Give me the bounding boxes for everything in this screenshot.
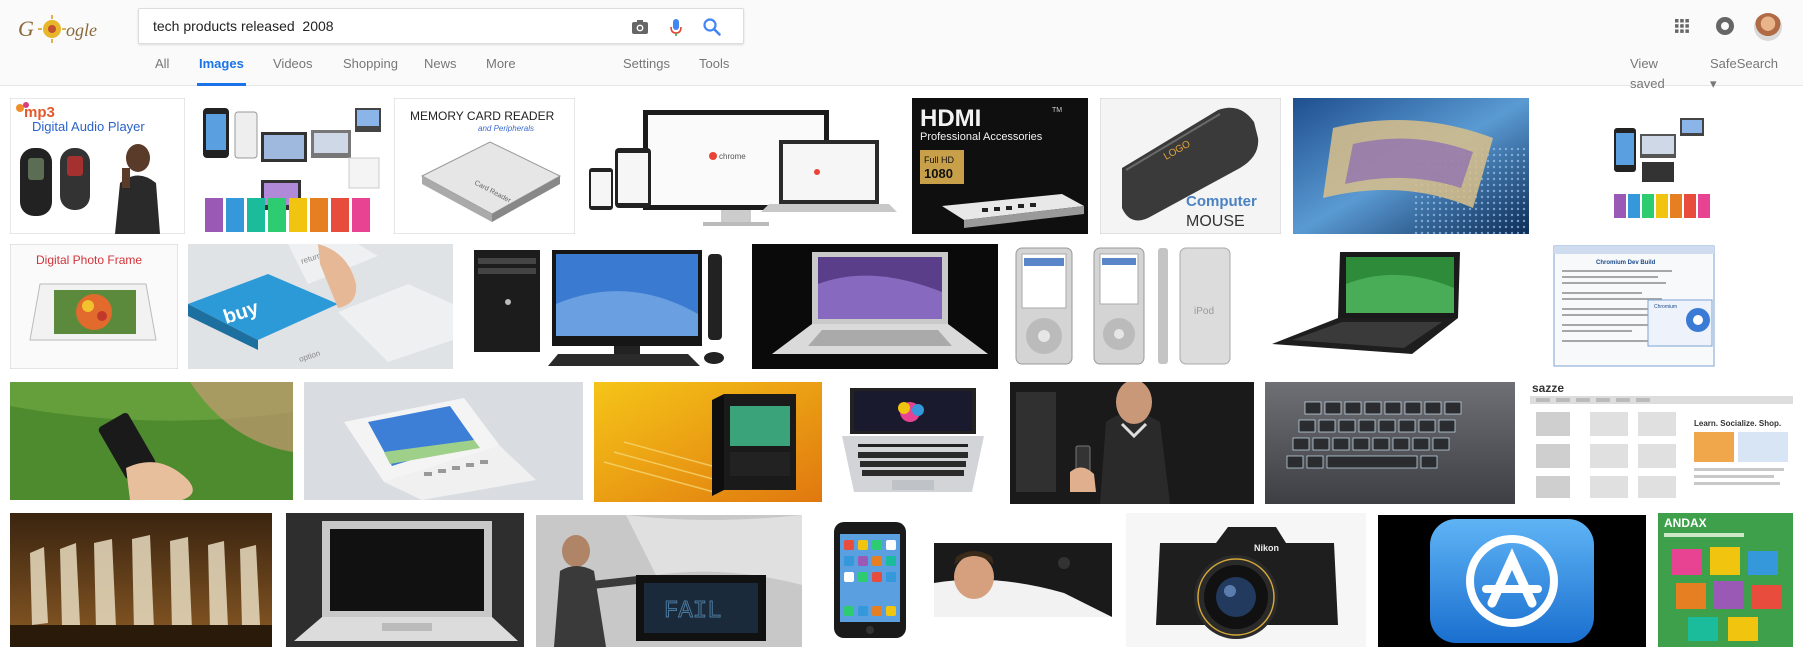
mp3-caption: Digital Audio Player <box>32 119 145 134</box>
google-doodle-logo[interactable]: G ogle <box>18 12 114 46</box>
fail-screen-text: FAIL <box>664 598 722 625</box>
tab-tools[interactable]: Tools <box>699 54 729 86</box>
result-thumbnail-computer-mouse[interactable]: LOGO Computer MOUSE <box>1100 98 1281 234</box>
tab-more[interactable]: More <box>486 54 516 86</box>
result-thumbnail-app-store[interactable] <box>1378 515 1646 647</box>
sazze-logo: sazze <box>1532 381 1564 395</box>
result-thumbnail-iphone-ipod-family[interactable] <box>199 98 385 234</box>
tab-all[interactable]: All <box>155 54 169 86</box>
result-thumbnail-andax-catalog[interactable]: ANDAX <box>1658 513 1793 647</box>
ipod-back-label: iPod <box>1194 306 1214 317</box>
result-thumbnail-macbook-black[interactable] <box>286 513 524 647</box>
result-thumbnail-phone-presentation[interactable] <box>1010 382 1254 504</box>
result-thumbnail-memory-card-reader[interactable]: MEMORY CARD READER and Peripherals Card … <box>394 98 575 234</box>
search-box[interactable]: tech products released 2008 <box>138 8 744 44</box>
result-thumbnail-apple-products[interactable] <box>1540 98 1793 234</box>
result-thumbnail-sazze-site[interactable]: sazze Learn. Socialize. Shop. <box>1530 380 1793 504</box>
result-thumbnail-macbook-air[interactable] <box>752 244 998 369</box>
result-thumbnail-mp3-player[interactable]: mp3 Digital Audio Player <box>10 98 185 234</box>
apps-grid-icon[interactable] <box>1670 14 1694 38</box>
search-input[interactable]: tech products released 2008 <box>153 18 334 34</box>
avatar[interactable] <box>1754 13 1782 41</box>
chromium-window-title: Chromium Dev Build <box>1596 260 1656 266</box>
result-thumbnail-flexible-display[interactable] <box>1293 98 1529 234</box>
result-thumbnail-chromium-dev-build[interactable]: Chromium Dev Build Chromium <box>1552 244 1720 369</box>
camera-icon[interactable] <box>629 16 651 38</box>
photo-frame-caption: Digital Photo Frame <box>36 253 142 267</box>
result-thumbnail-crystal-awards[interactable] <box>10 513 272 647</box>
hdmi-badge-top: Full HD <box>924 155 955 165</box>
result-thumbnail-htc-dream[interactable] <box>304 382 583 500</box>
hdmi-logo: HDMI <box>920 105 981 132</box>
svg-text:G: G <box>18 16 34 41</box>
svg-text:ogle: ogle <box>66 20 97 40</box>
tab-settings[interactable]: Settings <box>623 54 670 86</box>
chromium-badge: Chromium <box>1654 304 1677 310</box>
tab-shopping[interactable]: Shopping <box>343 54 398 86</box>
search-icon[interactable] <box>701 16 723 38</box>
result-thumbnail-hp-desktop[interactable] <box>468 244 738 369</box>
chrome-monitor-label: chrome <box>719 152 746 161</box>
tab-news[interactable]: News <box>424 54 457 86</box>
notifications-icon[interactable] <box>1713 14 1737 38</box>
result-thumbnail-fail-monitor[interactable]: FAIL <box>536 515 802 647</box>
result-thumbnail-person-portrait[interactable] <box>934 543 1112 617</box>
nikon-logo: Nikon <box>1254 543 1279 553</box>
view-saved-link[interactable]: View saved <box>1630 54 1665 91</box>
result-thumbnail-original-iphone[interactable] <box>828 520 912 640</box>
result-thumbnail-ipod-nano[interactable]: iPod <box>1012 244 1252 369</box>
result-thumbnail-eee-pc-netbook[interactable] <box>1268 244 1478 369</box>
mouse-caption-1: Computer <box>1186 193 1257 210</box>
result-thumbnail-nikon-camera[interactable]: Nikon <box>1126 513 1366 647</box>
card-reader-subtitle: and Peripherals <box>478 124 534 133</box>
result-thumbnail-hdmi-accessories[interactable]: HDMI TM Professional Accessories Full HD… <box>912 98 1088 234</box>
result-thumbnail-macbook-pro-touchbar[interactable] <box>836 382 990 500</box>
microphone-icon[interactable] <box>665 16 687 38</box>
result-thumbnail-circuit-box[interactable] <box>594 382 822 502</box>
tab-videos[interactable]: Videos <box>273 54 313 86</box>
card-reader-title: MEMORY CARD READER <box>410 109 555 123</box>
result-thumbnail-motorola-razr[interactable] <box>10 382 293 500</box>
header: G ogle tech products released 2008 All I… <box>0 0 1803 91</box>
sazze-tagline: Learn. Socialize. Shop. <box>1694 419 1781 428</box>
result-thumbnail-digital-photo-frame[interactable]: Digital Photo Frame <box>10 244 178 369</box>
hdmi-caption: Professional Accessories <box>920 131 1043 143</box>
result-thumbnail-chrome-devices[interactable]: chrome <box>585 98 905 234</box>
mouse-caption-2: MOUSE <box>1186 213 1245 230</box>
safesearch-menu[interactable]: SafeSearch ▾ <box>1710 54 1778 91</box>
tab-images[interactable]: Images <box>197 54 246 86</box>
hdmi-tm: TM <box>1052 107 1062 114</box>
hdmi-badge-bottom: 1080 <box>924 166 953 181</box>
andax-logo: ANDAX <box>1664 516 1707 530</box>
result-thumbnail-backlit-keyboard[interactable] <box>1265 382 1515 504</box>
result-thumbnail-buy-key[interactable]: buy return option <box>188 244 453 369</box>
